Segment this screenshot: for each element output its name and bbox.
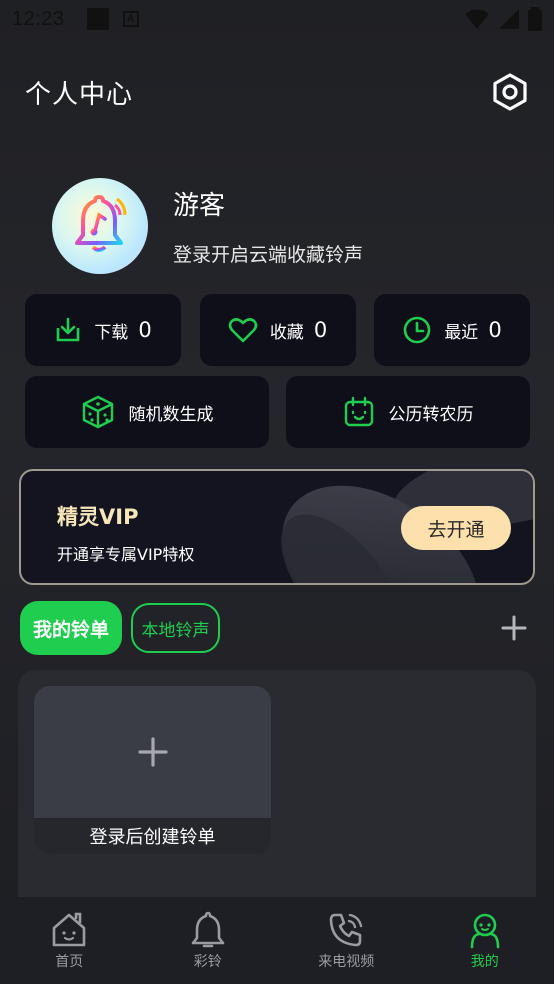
dice-icon [82,395,113,429]
recent-count: 0 [488,318,502,342]
home-icon [52,912,86,947]
downloads-card[interactable]: 下载 0 [25,294,181,366]
vip-title: 精灵VIP [57,505,139,529]
calendar-convert-label: 公历转农历 [388,404,474,425]
playlist-tabs: 我的铃单 本地铃声 [20,601,534,655]
tools-row: 随机数生成 公历转农历 [25,376,530,448]
nav-home[interactable]: 首页 [0,897,139,984]
user-icon [470,913,500,949]
nav-mine[interactable]: 我的 [416,897,554,984]
random-number-label: 随机数生成 [128,404,214,425]
vip-subtitle: 开通享专属VIP特权 [57,545,195,564]
create-playlist-thumb [34,686,271,818]
plus-icon [137,737,168,767]
bell-logo-icon [75,195,127,252]
vip-card[interactable]: 精灵VIP 开通享专属VIP特权 去开通 [19,469,535,585]
bottom-nav: 首页 彩铃 来电视频 我的 [0,897,554,984]
tab-my-playlists[interactable]: 我的铃单 [20,601,122,655]
page-title: 个人中心 [25,79,134,110]
settings-button[interactable] [490,72,530,112]
downloads-label: 下载 [94,322,129,343]
playlist-panel: 登录后创建铃单 [18,670,536,910]
calendar-convert-card[interactable]: 公历转农历 [286,376,530,448]
battery-icon [528,7,542,31]
status-time: 12:23 [12,7,65,30]
random-number-card[interactable]: 随机数生成 [25,376,269,448]
nav-home-label: 首页 [55,954,84,970]
header: 个人中心 [25,72,530,112]
heart-icon [228,318,258,343]
downloads-count: 0 [138,318,152,342]
tab-local-ringtones[interactable]: 本地铃声 [131,603,220,653]
favorites-card[interactable]: 收藏 0 [199,294,356,366]
favorites-label: 收藏 [269,322,304,343]
recent-card[interactable]: 最近 0 [374,294,530,366]
avatar[interactable] [52,178,148,274]
phone-icon [329,913,363,947]
wifi-icon [465,9,489,29]
bell-icon [191,911,225,948]
add-playlist-button[interactable] [494,608,534,648]
profile-text: 游客 登录开启云端收藏铃声 [173,185,363,267]
calendar-icon [344,396,373,427]
nav-call-video-label: 来电视频 [318,954,375,970]
status-bar: 12:23 A [0,0,554,38]
login-hint[interactable]: 登录开启云端收藏铃声 [173,240,363,267]
nav-call-video[interactable]: 来电视频 [277,897,416,984]
clock-icon [404,316,431,344]
notification-icon [86,8,109,30]
download-icon [57,317,80,342]
create-playlist-label: 登录后创建铃单 [34,818,271,854]
stats-row: 下载 0 收藏 0 最近 0 [25,294,530,366]
username: 游客 [173,191,226,221]
profile-section[interactable]: 游客 登录开启云端收藏铃声 [52,178,363,274]
create-playlist-card[interactable]: 登录后创建铃单 [34,686,271,854]
a-badge-icon: A [122,11,139,27]
signal-icon [499,9,519,29]
plus-icon [501,615,527,641]
recent-label: 最近 [444,322,479,343]
nav-ringback-label: 彩铃 [193,954,222,970]
nav-ringback[interactable]: 彩铃 [139,897,278,984]
favorites-count: 0 [313,318,328,342]
vip-activate-button[interactable]: 去开通 [401,506,511,550]
gear-icon [493,73,527,111]
nav-mine-label: 我的 [470,954,499,970]
